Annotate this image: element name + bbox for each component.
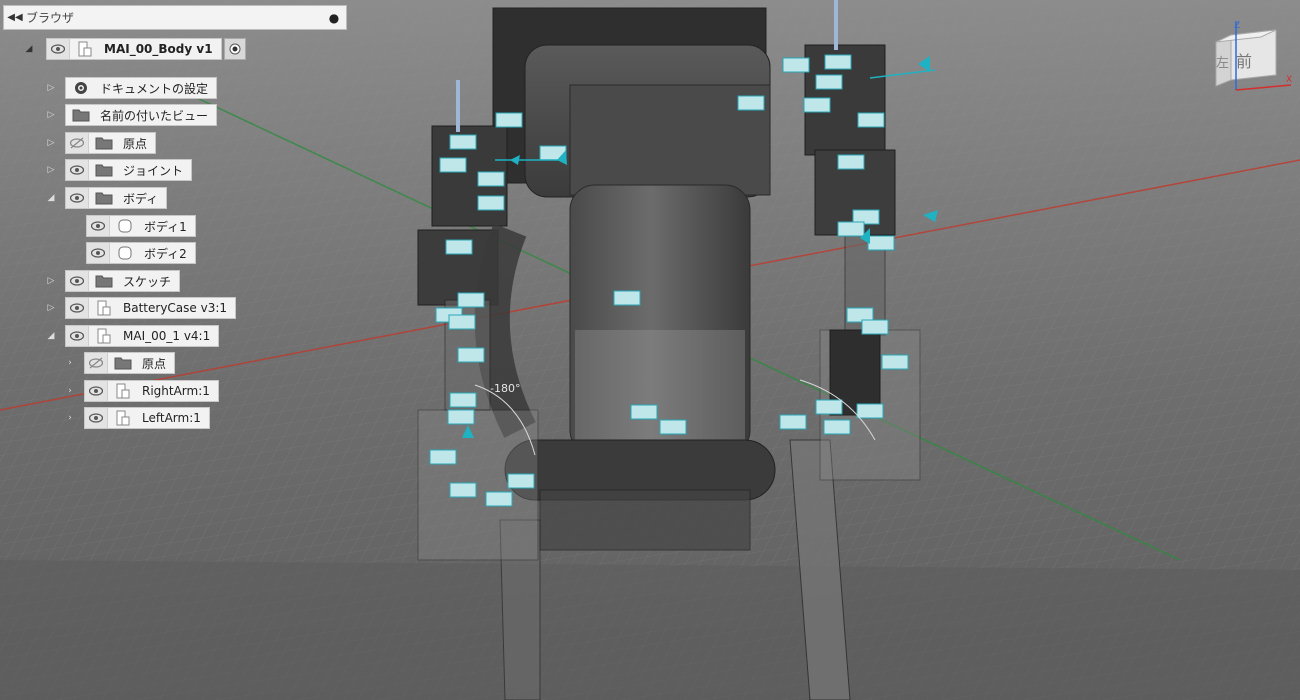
browser-tree-row[interactable]: ▷ 原点 bbox=[45, 132, 157, 154]
collapse-panel-icon[interactable]: ◀◀ bbox=[4, 12, 26, 23]
browser-tree-row[interactable]: ◢ ボディ bbox=[45, 187, 168, 209]
eye-hidden-icon[interactable] bbox=[66, 133, 89, 153]
component-icon bbox=[112, 409, 134, 427]
eye-icon[interactable] bbox=[47, 39, 70, 59]
browser-panel-header: ◀◀ ブラウザ ● bbox=[3, 5, 347, 30]
component-icon bbox=[74, 40, 96, 58]
folder-icon bbox=[70, 106, 92, 124]
viewcube-front-label: 前 bbox=[1236, 52, 1252, 71]
folder-icon bbox=[93, 161, 115, 179]
browser-node[interactable]: 原点 bbox=[84, 352, 176, 374]
activate-component-radio[interactable] bbox=[223, 38, 246, 60]
expand-arrow-icon[interactable]: ▷ bbox=[45, 276, 57, 286]
browser-node[interactable]: 原点 bbox=[65, 132, 157, 154]
component-icon bbox=[93, 299, 115, 317]
eye-icon[interactable] bbox=[85, 381, 108, 401]
browser-node-label: ボディ2 bbox=[144, 246, 187, 261]
angle-label-left: -180° bbox=[490, 382, 520, 395]
expand-arrow-icon[interactable]: › bbox=[64, 358, 76, 368]
floor-plane bbox=[0, 560, 1300, 700]
browser-node-label: 名前の付いたビュー bbox=[100, 108, 209, 123]
eye-icon[interactable] bbox=[66, 188, 89, 208]
pin-icon[interactable]: ● bbox=[322, 11, 346, 25]
browser-tree-row[interactable]: ボディ1 bbox=[68, 215, 196, 237]
browser-node-label: スケッチ bbox=[123, 274, 172, 289]
browser-tree-row[interactable]: ▷ 名前の付いたビュー bbox=[45, 104, 218, 126]
browser-node-label: 原点 bbox=[123, 136, 148, 151]
expand-arrow-icon[interactable]: ◢ bbox=[22, 44, 36, 54]
eye-icon[interactable] bbox=[66, 271, 89, 291]
eye-icon[interactable] bbox=[87, 243, 110, 263]
viewcube-left-label: 左 bbox=[1216, 56, 1229, 71]
expand-arrow-icon[interactable]: ▷ bbox=[45, 303, 57, 313]
x-axis-indicator bbox=[1235, 84, 1292, 91]
browser-node[interactable]: ドキュメントの設定 bbox=[65, 77, 218, 99]
expand-arrow-icon[interactable]: › bbox=[64, 386, 76, 396]
root-node[interactable]: MAI_00_Body v1 bbox=[46, 38, 222, 60]
browser-node-label: RightArm:1 bbox=[142, 384, 210, 398]
view-cube[interactable]: 前 左 Z X bbox=[1206, 20, 1296, 100]
expand-arrow-icon[interactable]: ▷ bbox=[45, 110, 57, 120]
folder-icon bbox=[93, 134, 115, 152]
browser-tree-row[interactable]: ボディ2 bbox=[68, 242, 196, 264]
browser-node-label: ボディ bbox=[123, 191, 159, 206]
browser-node-label: 原点 bbox=[142, 356, 167, 371]
expand-arrow-icon[interactable]: ▷ bbox=[45, 138, 57, 148]
component-icon bbox=[93, 327, 115, 345]
browser-node[interactable]: ボディ1 bbox=[86, 215, 196, 237]
body-icon bbox=[114, 244, 136, 262]
eye-hidden-icon[interactable] bbox=[85, 353, 108, 373]
browser-tree-row[interactable]: ▷ ドキュメントの設定 bbox=[45, 77, 218, 99]
browser-tree-row[interactable]: › 原点 bbox=[64, 352, 176, 374]
collapse-arrow-icon[interactable]: ◢ bbox=[45, 193, 57, 203]
browser-node[interactable]: スケッチ bbox=[65, 270, 181, 292]
expand-arrow-icon[interactable]: › bbox=[64, 413, 76, 423]
browser-node-label: MAI_00_1 v4:1 bbox=[123, 329, 211, 343]
base-block bbox=[539, 489, 751, 551]
component-icon bbox=[112, 382, 134, 400]
browser-node[interactable]: RightArm:1 bbox=[84, 380, 219, 402]
eye-icon[interactable] bbox=[66, 326, 89, 346]
torso-lower-transparent bbox=[575, 330, 745, 455]
x-axis-label: X bbox=[1286, 75, 1292, 85]
browser-node-label: ボディ1 bbox=[144, 219, 187, 234]
browser-node-label: ジョイント bbox=[123, 163, 184, 178]
collapse-arrow-icon[interactable]: ◢ bbox=[45, 331, 57, 341]
browser-tree-row[interactable]: ◢ MAI_00_1 v4:1 bbox=[45, 325, 220, 347]
browser-node[interactable]: 名前の付いたビュー bbox=[65, 104, 218, 126]
eye-icon[interactable] bbox=[87, 216, 110, 236]
z-axis-label: Z bbox=[1234, 21, 1240, 31]
browser-tree-row[interactable]: ▷ スケッチ bbox=[45, 270, 181, 292]
body-icon bbox=[114, 217, 136, 235]
eye-icon[interactable] bbox=[66, 160, 89, 180]
browser-node-label: LeftArm:1 bbox=[142, 411, 201, 425]
folder-icon bbox=[93, 189, 115, 207]
tree-root-row[interactable]: ◢ MAI_00_Body v1 bbox=[22, 38, 246, 60]
eye-icon[interactable] bbox=[85, 408, 108, 428]
folder-icon bbox=[112, 354, 134, 372]
expand-arrow-icon[interactable]: ▷ bbox=[45, 83, 57, 93]
browser-node-label: ドキュメントの設定 bbox=[100, 81, 209, 96]
browser-node[interactable]: MAI_00_1 v4:1 bbox=[65, 325, 220, 347]
browser-node[interactable]: ボディ2 bbox=[86, 242, 196, 264]
browser-node[interactable]: BatteryCase v3:1 bbox=[65, 297, 237, 319]
browser-tree-row[interactable]: ▷ ジョイント bbox=[45, 159, 193, 181]
browser-tree-row[interactable]: › RightArm:1 bbox=[66, 380, 219, 402]
gear-icon bbox=[70, 79, 92, 97]
root-label: MAI_00_Body v1 bbox=[104, 42, 213, 56]
browser-node-label: BatteryCase v3:1 bbox=[123, 301, 228, 315]
expand-arrow-icon[interactable]: ▷ bbox=[45, 165, 57, 175]
browser-tree-row[interactable]: ▷ BatteryCase v3:1 bbox=[45, 297, 237, 319]
browser-node[interactable]: LeftArm:1 bbox=[84, 407, 210, 429]
browser-title: ブラウザ bbox=[26, 11, 75, 25]
browser-node[interactable]: ジョイント bbox=[65, 159, 193, 181]
folder-icon bbox=[93, 272, 115, 290]
browser-node[interactable]: ボディ bbox=[65, 187, 168, 209]
eye-icon[interactable] bbox=[66, 298, 89, 318]
browser-tree-row[interactable]: › LeftArm:1 bbox=[66, 407, 210, 429]
